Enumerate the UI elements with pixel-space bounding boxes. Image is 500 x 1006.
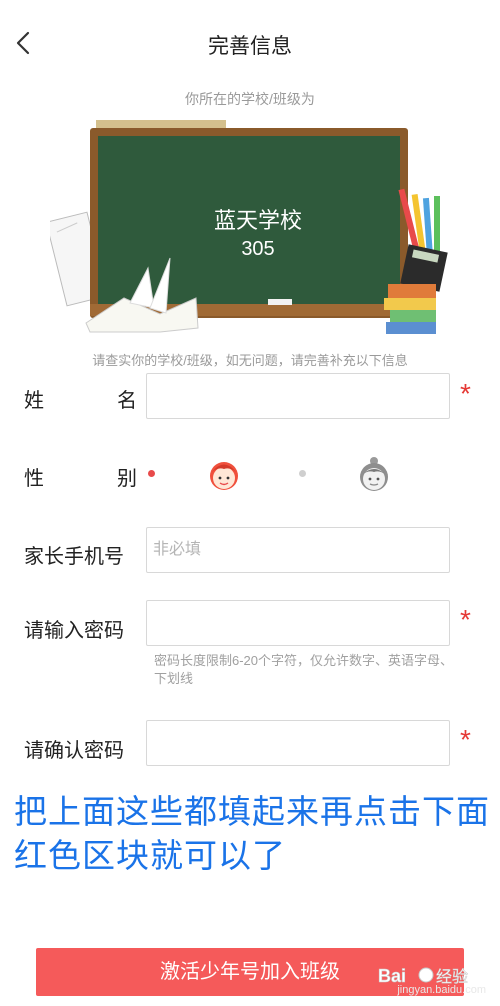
gender-female-radio[interactable] [299,470,306,477]
boy-avatar-icon[interactable] [205,455,243,493]
password-required-mark: * [460,604,471,635]
blackboard-illustration: 蓝天学校 305 [45,118,450,338]
gender-male-radio[interactable] [148,470,155,477]
name-label-first: 姓 [24,390,44,412]
name-label-second: 名 [117,390,137,412]
baidu-jingyan-watermark-logo: Bai 经验 jingyan.baidu.com [374,960,494,1000]
confirm-password-label: 请确认密码 [24,740,124,762]
page-title: 完善信息 [208,35,292,58]
gender-label-second: 别 [117,468,137,490]
name-input[interactable] [146,373,450,419]
confirm-password-input[interactable] [146,720,450,766]
girl-avatar-icon[interactable] [355,455,393,493]
watermark-url: jingyan.baidu.com [397,984,486,996]
name-required-mark: * [460,378,471,409]
parent-phone-input[interactable] [146,527,450,573]
instruction-annotation: 把上面这些都填起来再点击下面红色区块就可以了 [14,793,490,874]
blackboard-text: 蓝天学校 305 [143,206,373,262]
school-class-caption: 你所在的学校/班级为 [185,91,315,107]
parent-phone-label: 家长手机号 [24,546,124,568]
svg-text:Bai: Bai [378,966,406,986]
verify-notice: 请查实你的学校/班级，如无问题，请完善补充以下信息 [92,353,408,368]
class-name: 305 [241,238,275,260]
school-name: 蓝天学校 [213,208,302,233]
header-bar: 完善信息 [0,0,500,80]
password-label: 请输入密码 [24,620,124,642]
gender-label-first: 性 [24,468,44,490]
password-hint: 密码长度限制6-20个字符，仅允许数字、英语字母、下划线 [154,653,454,686]
books-stack-icon [384,284,436,334]
password-input[interactable] [146,600,450,646]
confirm-password-required-mark: * [460,724,471,755]
